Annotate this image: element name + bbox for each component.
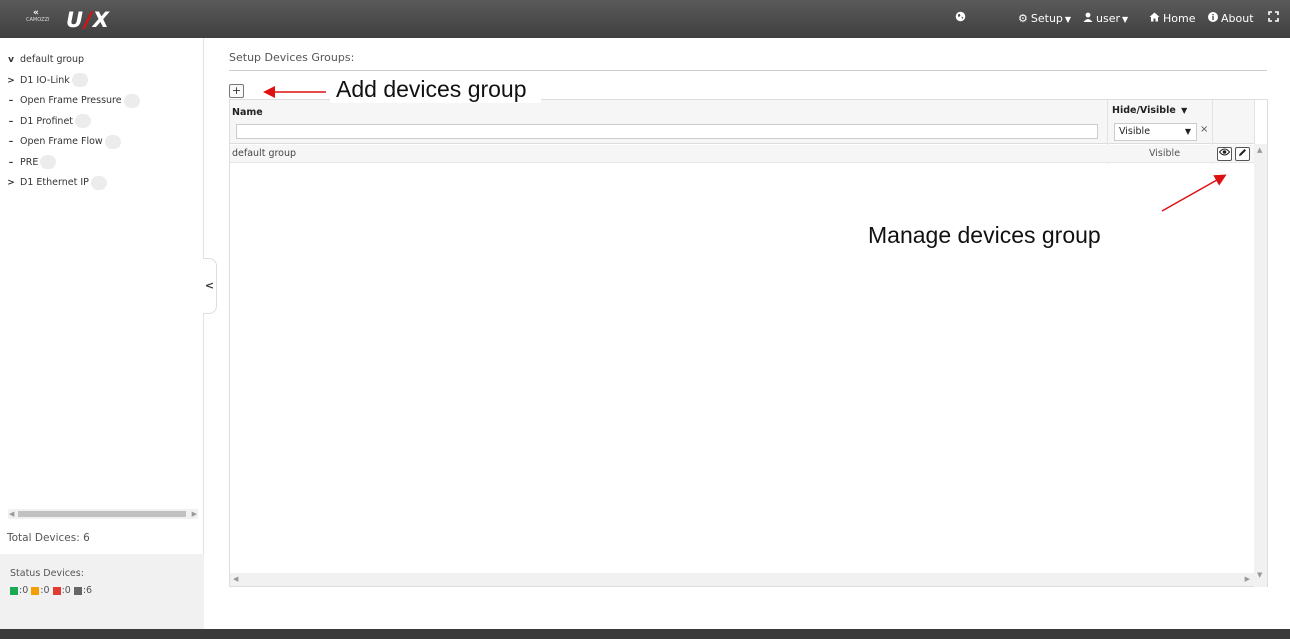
- column-header-name[interactable]: Name: [232, 107, 263, 118]
- sidebar-horizontal-scrollbar[interactable]: ◀ ▶: [8, 509, 198, 519]
- tree-item-d1-ethernet-ip[interactable]: > D1 Ethernet IP: [6, 175, 140, 196]
- table-header: Name Hide/Visible ▼ Visible ▼ ×: [230, 100, 1254, 144]
- warning-status-swatch: [31, 586, 40, 595]
- scroll-left-icon[interactable]: ◀: [9, 509, 14, 519]
- scroll-right-icon[interactable]: ▶: [192, 509, 197, 519]
- manage-group-annotation: Manage devices group: [868, 222, 1101, 248]
- top-navbar: « CAMOZZI U/X ⚙ Setup ▼ user ▼ Home About: [0, 0, 1290, 38]
- scroll-left-icon[interactable]: ◀: [233, 573, 238, 586]
- status-devices-title: Status Devices:: [10, 568, 84, 579]
- tree-item-pre[interactable]: – PRE: [6, 155, 140, 176]
- footer-bar: [0, 629, 1290, 639]
- dash-icon: –: [8, 96, 14, 106]
- app-brand[interactable]: U/X: [66, 8, 110, 32]
- tree-item-d1-profinet[interactable]: – D1 Profinet: [6, 114, 140, 135]
- offline-status-swatch: [73, 586, 82, 595]
- status-devices-counts: :0 :0 :0 :6: [10, 585, 92, 596]
- title-divider: [229, 70, 1267, 71]
- gear-icon: ⚙: [1018, 12, 1028, 25]
- tree-item-open-frame-pressure[interactable]: – Open Frame Pressure: [6, 93, 140, 114]
- scroll-right-icon[interactable]: ▶: [1245, 573, 1250, 586]
- chevron-left-icon: <: [204, 279, 215, 292]
- edit-pencil-icon[interactable]: [1235, 147, 1250, 161]
- status-badge: [40, 155, 57, 169]
- add-group-button[interactable]: +: [229, 84, 244, 98]
- dash-icon: –: [8, 137, 14, 147]
- eye-icon[interactable]: [1217, 147, 1232, 161]
- scroll-up-icon[interactable]: ▲: [1257, 146, 1262, 154]
- about-link[interactable]: About: [1208, 0, 1254, 38]
- error-status-swatch: [52, 586, 61, 595]
- dash-icon: –: [8, 116, 14, 127]
- user-icon: [1083, 0, 1093, 38]
- status-badge: [75, 114, 92, 128]
- chevron-down-icon[interactable]: v: [6, 52, 16, 68]
- dash-icon: –: [8, 157, 14, 168]
- chevron-down-icon: ▼: [1184, 127, 1191, 136]
- count-badge: [71, 73, 88, 87]
- ok-status-swatch: [10, 586, 18, 595]
- groups-table: Name Hide/Visible ▼ Visible ▼ × default g…: [229, 99, 1268, 587]
- fullscreen-icon[interactable]: [1268, 0, 1279, 38]
- name-filter-input[interactable]: [236, 124, 1098, 139]
- add-group-annotation: Add devices group: [330, 76, 541, 103]
- table-vertical-scrollbar[interactable]: ▲ ▼: [1254, 144, 1267, 587]
- home-link[interactable]: Home: [1149, 0, 1195, 38]
- table-horizontal-scrollbar[interactable]: ◀ ▶: [230, 573, 1254, 586]
- status-badge: [123, 93, 140, 108]
- column-header-visibility[interactable]: Hide/Visible ▼: [1112, 105, 1187, 116]
- sort-caret-icon: ▼: [1181, 106, 1188, 115]
- status-badge: [104, 134, 121, 149]
- tree-item-default-group[interactable]: v default group: [6, 52, 140, 73]
- chevron-right-icon[interactable]: >: [6, 175, 16, 191]
- count-badge: [90, 175, 107, 190]
- row-visibility-cell: Visible: [1149, 148, 1181, 159]
- home-icon: [1149, 0, 1160, 38]
- setup-menu[interactable]: ⚙ Setup ▼: [1018, 0, 1071, 38]
- row-name-cell: default group: [232, 148, 297, 159]
- status-devices-panel: Status Devices: :0 :0 :0 :6: [0, 554, 204, 629]
- info-icon: [1208, 0, 1218, 38]
- clear-filter-icon[interactable]: ×: [1200, 124, 1208, 135]
- scrollbar-thumb[interactable]: [18, 511, 186, 517]
- globe-icon[interactable]: [955, 0, 966, 38]
- collapse-sidebar-button[interactable]: <: [203, 258, 217, 314]
- page-title: Setup Devices Groups:: [229, 51, 355, 64]
- tree-item-d1-io-link[interactable]: > D1 IO-Link: [6, 73, 140, 94]
- total-devices: Total Devices: 6: [7, 532, 90, 544]
- device-tree: v default group > D1 IO-Link – Open Frame P…: [6, 52, 140, 196]
- visibility-filter-select[interactable]: Visible ▼: [1114, 123, 1197, 141]
- table-row[interactable]: default group Visible: [230, 145, 1254, 163]
- chevron-right-icon[interactable]: >: [6, 73, 16, 89]
- camozzi-logo[interactable]: « CAMOZZI: [26, 8, 56, 30]
- tree-item-open-frame-flow[interactable]: – Open Frame Flow: [6, 134, 140, 155]
- sidebar: v default group > D1 IO-Link – Open Frame P…: [0, 38, 204, 629]
- user-menu[interactable]: user ▼: [1083, 0, 1128, 38]
- scroll-down-icon[interactable]: ▼: [1257, 571, 1262, 579]
